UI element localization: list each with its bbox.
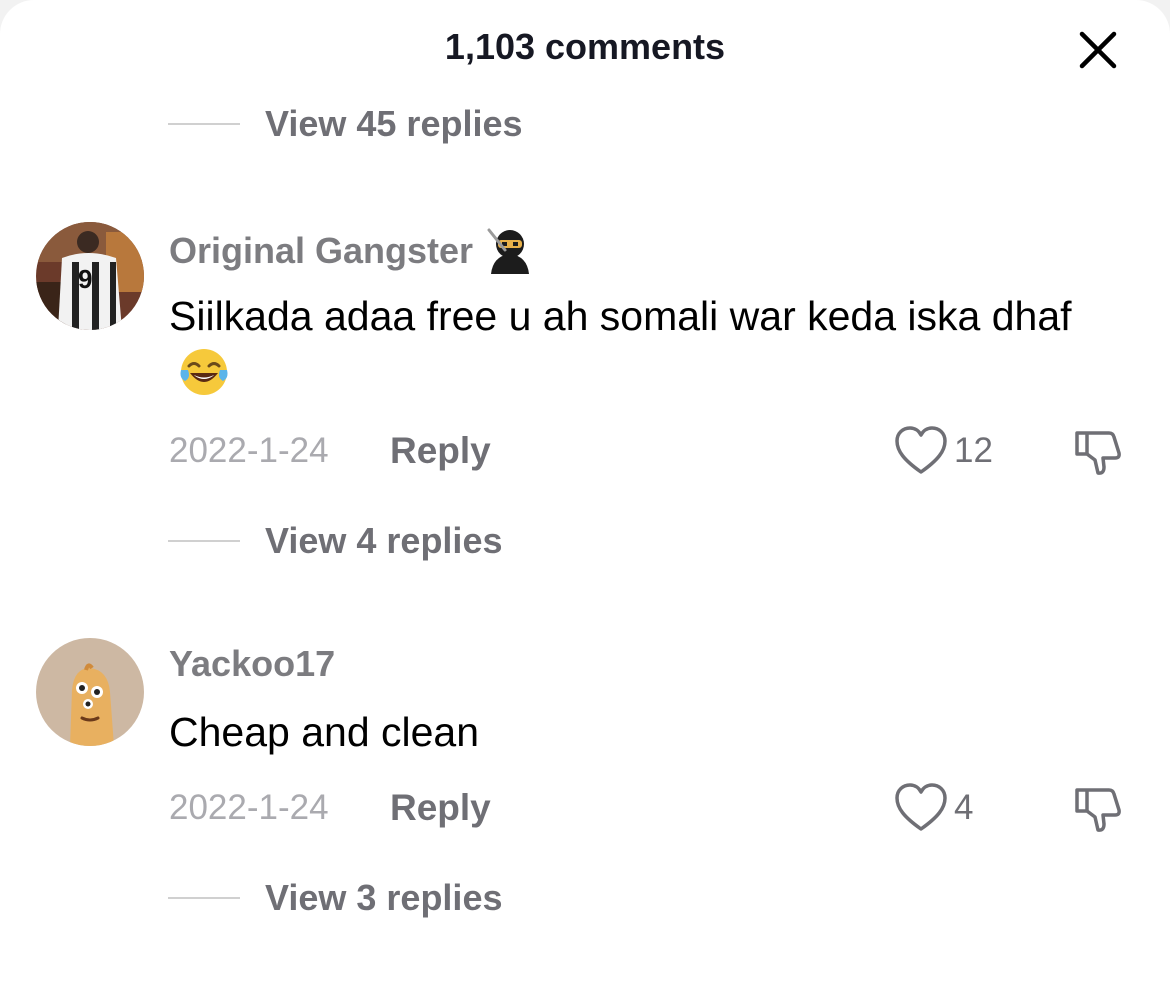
- comment-text: Siilkada adaa free u ah somali war keda …: [169, 287, 1129, 406]
- dislike-button[interactable]: [1073, 427, 1125, 479]
- comment-username[interactable]: Yackoo17: [169, 643, 335, 685]
- avatar-cartoon-image: [36, 638, 144, 746]
- comment-username[interactable]: Original Gangster: [169, 226, 535, 276]
- thumbs-down-icon: [1075, 431, 1121, 475]
- view-replies-button[interactable]: View 3 replies: [168, 876, 502, 920]
- tears-of-joy-emoji-icon: [180, 349, 228, 395]
- replies-divider-line: [168, 123, 240, 125]
- view-replies-label: View 4 replies: [265, 520, 503, 561]
- close-icon: [1079, 31, 1117, 69]
- avatar-yackoo17[interactable]: [36, 638, 144, 746]
- avatar-original-gangster[interactable]: 9: [36, 222, 144, 330]
- reply-button[interactable]: Reply: [390, 430, 491, 472]
- comment-date: 2022-1-24: [169, 788, 329, 827]
- heart-icon: [895, 783, 947, 831]
- view-replies-button[interactable]: View 45 replies: [168, 102, 523, 146]
- close-button[interactable]: [1072, 24, 1124, 76]
- like-count: 4: [954, 788, 974, 827]
- like-button[interactable]: 12: [894, 425, 993, 477]
- view-replies-label: View 45 replies: [265, 103, 523, 144]
- svg-text:9: 9: [78, 264, 92, 294]
- ninja-emoji-icon: [487, 228, 530, 274]
- comments-sheet: 1,103 comments View 45 replies 9 Origina…: [0, 0, 1170, 993]
- comment-body: Siilkada adaa free u ah somali war keda …: [169, 293, 1072, 339]
- comment-body: Cheap and clean: [169, 709, 480, 755]
- heart-icon: [895, 426, 947, 474]
- comment-date: 2022-1-24: [169, 431, 329, 470]
- replies-divider-line: [168, 897, 240, 899]
- like-count: 12: [954, 431, 993, 470]
- like-button[interactable]: 4: [894, 782, 973, 834]
- dislike-button[interactable]: [1073, 784, 1125, 836]
- replies-divider-line: [168, 540, 240, 542]
- reply-button[interactable]: Reply: [390, 787, 491, 829]
- comments-count-title: 1,103 comments: [444, 26, 726, 67]
- comment-text: Cheap and clean: [169, 703, 1129, 761]
- username-text: Yackoo17: [169, 643, 336, 684]
- avatar-photo-image: 9: [36, 222, 144, 330]
- thumbs-down-icon: [1075, 788, 1121, 832]
- username-text: Original Gangster: [169, 230, 474, 271]
- view-replies-button[interactable]: View 4 replies: [168, 519, 502, 563]
- view-replies-label: View 3 replies: [265, 877, 503, 918]
